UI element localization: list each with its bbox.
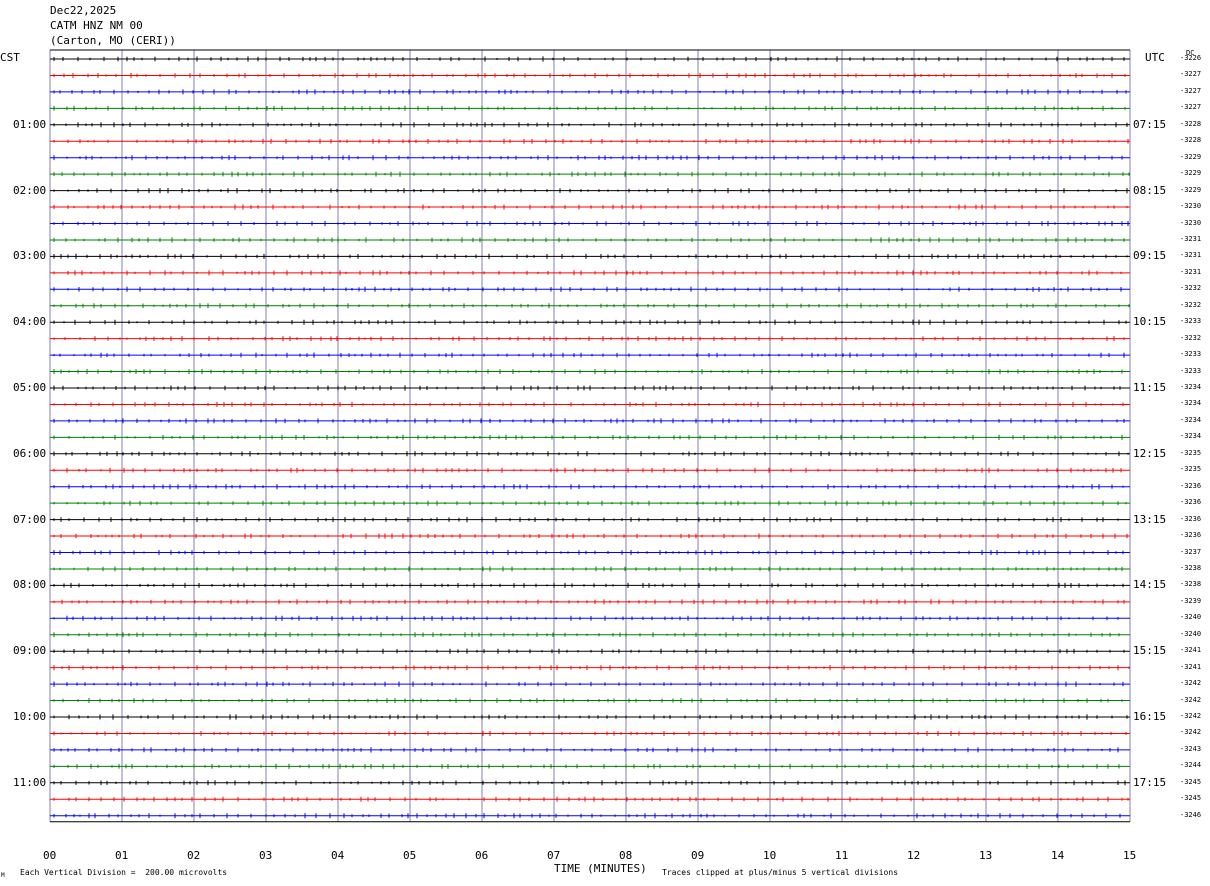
dc-offset-label: -3243	[1180, 744, 1202, 753]
dc-offset-label: -3242	[1180, 712, 1202, 720]
cst-time-label: 04:00	[13, 315, 47, 329]
dc-offset-label: -3234	[1180, 415, 1202, 424]
x-tick-label: 06	[475, 849, 489, 862]
x-tick-label: 11	[835, 849, 849, 862]
corner-mark: M	[1, 872, 5, 879]
dc-offset-label: -3238	[1180, 580, 1202, 589]
utc-time-label: 08:15	[1133, 183, 1167, 197]
x-tick-label: 00	[43, 849, 57, 862]
x-tick-label: 10	[763, 849, 777, 862]
scale-note: Each Vertical Division = 200.00 microvol…	[20, 868, 228, 877]
dc-offset-label: -3228	[1180, 119, 1202, 128]
dc-offset-label: -3237	[1180, 547, 1202, 556]
dc-offset-label: -3240	[1180, 613, 1202, 622]
x-tick-label: 15	[1123, 849, 1137, 862]
utc-time-label: 12:15	[1133, 446, 1167, 460]
x-tick-label: 07	[547, 849, 561, 862]
dc-offset-label: -3241	[1180, 646, 1202, 655]
dc-offset-label: -3234	[1180, 383, 1202, 391]
dc-offset-label: -3228	[1180, 136, 1202, 145]
dc-offset-label: -3234	[1180, 399, 1202, 408]
dc-offset-label: -3231	[1180, 251, 1202, 260]
cst-time-label: 02:00	[13, 183, 47, 197]
dc-offset-label: -3246	[1180, 810, 1202, 819]
dc-offset-label: -3227	[1180, 70, 1202, 79]
dc-offset-label: -3235	[1180, 448, 1202, 457]
x-tick-label: 09	[691, 849, 705, 862]
utc-time-label: 14:15	[1133, 578, 1167, 592]
dc-offset-label: -3236	[1180, 498, 1202, 507]
dc-offset-label: -3234	[1180, 432, 1202, 441]
x-tick-label: 14	[1051, 849, 1065, 862]
utc-time-label: 09:15	[1133, 249, 1167, 263]
x-tick-label: 13	[979, 849, 993, 862]
cst-time-label: 05:00	[13, 381, 47, 394]
utc-time-label: 07:15	[1133, 117, 1167, 131]
dc-offset-label: -3230	[1180, 218, 1202, 227]
dc-offset-label: -3239	[1180, 596, 1202, 605]
x-tick-label: 02	[187, 849, 201, 862]
utc-time-label: 10:15	[1133, 315, 1167, 329]
dc-offset-label: -3232	[1180, 300, 1202, 309]
dc-offset-label: -3236	[1180, 514, 1202, 523]
cst-time-label: 01:00	[13, 117, 47, 131]
x-tick-label: 01	[115, 849, 129, 862]
dc-offset-label: -3232	[1180, 284, 1202, 293]
dc-offset-label: -3233	[1180, 350, 1202, 359]
dc-offset-label: -3229	[1180, 185, 1202, 194]
dc-offset-label: -3231	[1180, 267, 1202, 276]
dc-offset-label: -3233	[1180, 366, 1202, 375]
cst-time-label: 06:00	[13, 446, 47, 460]
dc-offset-label: -3242	[1180, 695, 1202, 704]
dc-offset-label: -3238	[1180, 563, 1202, 572]
x-tick-label: 05	[403, 849, 417, 862]
dc-offset-label: -3236	[1180, 481, 1202, 490]
cst-time-label: 10:00	[13, 710, 47, 723]
cst-time-label: 07:00	[13, 512, 47, 526]
utc-time-label: 15:15	[1133, 644, 1167, 658]
cst-time-label: 11:00	[13, 775, 47, 789]
dc-offset-label: -3242	[1180, 679, 1202, 688]
dc-offset-label: -3244	[1180, 761, 1202, 770]
dc-offset-label: -3231	[1180, 234, 1202, 243]
dc-offset-label: -3229	[1180, 152, 1202, 161]
cst-time-label: 08:00	[13, 578, 47, 592]
dc-offset-label: -3229	[1180, 169, 1202, 178]
dc-offset-label: -3235	[1180, 465, 1202, 474]
cst-time-label: 09:00	[13, 644, 47, 658]
dc-offset-label: -3240	[1180, 629, 1202, 638]
utc-time-label: 11:15	[1133, 381, 1167, 394]
utc-time-label: 13:15	[1133, 512, 1167, 526]
x-tick-label: 04	[331, 849, 345, 862]
dc-offset-label: -3232	[1180, 333, 1202, 342]
helicorder-plot	[49, 49, 1131, 823]
dc-offset-label: -3227	[1180, 103, 1202, 112]
utc-time-label: 16:15	[1133, 710, 1167, 723]
dc-offset-label: -3245	[1180, 777, 1202, 786]
x-tick-label: 08	[619, 849, 633, 862]
cst-time-label: 03:00	[13, 249, 47, 263]
x-axis-title: TIME (MINUTES)	[554, 862, 647, 875]
x-tick-label: 12	[907, 849, 921, 862]
x-tick-label: 03	[259, 849, 273, 862]
utc-time-label: 17:15	[1133, 775, 1167, 789]
dc-offset-label: -3242	[1180, 728, 1202, 737]
dc-offset-label: -3233	[1180, 317, 1202, 326]
dc-offset-label: -3245	[1180, 794, 1202, 803]
dc-offset-label: -3226	[1180, 54, 1202, 62]
clip-note: Traces clipped at plus/minus 5 vertical …	[662, 868, 899, 877]
dc-offset-label: -3230	[1180, 202, 1202, 211]
dc-offset-label: -3241	[1180, 662, 1202, 671]
dc-offset-label: -3227	[1180, 86, 1202, 95]
dc-offset-label: -3236	[1180, 531, 1202, 540]
